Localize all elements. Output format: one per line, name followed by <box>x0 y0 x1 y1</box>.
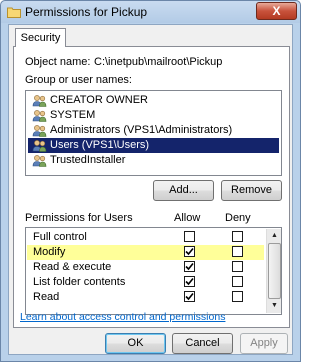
permission-row: Read <box>27 290 264 305</box>
list-item[interactable]: Users (VPS1\Users) <box>28 138 279 153</box>
list-item[interactable]: SYSTEM <box>28 108 279 123</box>
deny-header: Deny <box>225 212 251 224</box>
list-item-label: CREATOR OWNER <box>50 94 148 106</box>
list-item-label: Users (VPS1\Users) <box>50 139 150 151</box>
allow-checkbox[interactable] <box>184 261 195 272</box>
user-group-icon <box>32 110 47 122</box>
access-control-help-link[interactable]: Learn about access control and permissio… <box>20 311 225 323</box>
scroll-thumb[interactable] <box>268 243 281 299</box>
folder-icon <box>7 7 21 18</box>
list-item-label: TrustedInstaller <box>50 154 126 166</box>
list-item-label: Administrators (VPS1\Administrators) <box>50 124 233 136</box>
object-name-value: C:\inetpub\mailroot\Pickup <box>94 56 223 68</box>
permission-name: Read <box>33 291 60 303</box>
allow-checkbox[interactable] <box>184 291 195 302</box>
list-item[interactable]: Administrators (VPS1\Administrators) <box>28 123 279 138</box>
permission-row: Read & execute <box>27 260 264 275</box>
permission-name: Read & execute <box>33 261 112 273</box>
ok-button[interactable]: OK <box>105 333 166 354</box>
permission-row: List folder contents <box>27 275 264 290</box>
close-icon: X <box>272 4 281 18</box>
list-item[interactable]: TrustedInstaller <box>28 153 279 168</box>
user-group-icon <box>32 155 47 167</box>
list-item[interactable]: CREATOR OWNER <box>28 93 279 108</box>
add-button[interactable]: Add... <box>153 180 214 201</box>
permissions-title: Permissions for Users <box>25 212 133 224</box>
vertical-scrollbar[interactable]: ▲ ▼ <box>266 229 281 313</box>
group-user-list[interactable]: CREATOR OWNER SYSTEM Administrators (VPS1\… <box>25 90 282 176</box>
allow-checkbox[interactable] <box>184 276 195 287</box>
title-bar[interactable]: Permissions for Pickup X <box>1 1 300 23</box>
list-item-label: SYSTEM <box>50 109 96 121</box>
deny-checkbox[interactable] <box>232 291 243 302</box>
user-group-icon <box>32 95 47 107</box>
user-group-icon <box>32 125 47 137</box>
deny-checkbox[interactable] <box>232 261 243 272</box>
allow-checkbox[interactable] <box>184 231 195 242</box>
close-button[interactable]: X <box>256 2 297 20</box>
apply-button[interactable]: Apply <box>240 333 288 354</box>
permission-name: Modify <box>33 246 66 258</box>
permission-name: Full control <box>33 231 87 243</box>
allow-checkbox[interactable] <box>184 246 195 257</box>
permission-row: Modify <box>27 245 264 260</box>
scroll-up-icon[interactable]: ▲ <box>268 229 281 242</box>
permission-name: List folder contents <box>33 276 126 288</box>
dialog-body: Security Object name: C:\inetpub\mailroo… <box>8 24 293 355</box>
permissions-list: Full control Modify Read & execute List fol… <box>25 227 282 315</box>
cancel-button[interactable]: Cancel <box>172 333 233 354</box>
remove-button[interactable]: Remove <box>221 180 282 201</box>
object-name-label: Object name: <box>25 56 91 68</box>
deny-checkbox[interactable] <box>232 231 243 242</box>
user-group-icon <box>32 140 47 152</box>
tab-security[interactable]: Security <box>15 28 66 47</box>
allow-header: Allow <box>174 212 201 224</box>
security-tab-panel: Object name: C:\inetpub\mailroot\Pickup … <box>13 46 290 328</box>
deny-checkbox[interactable] <box>232 276 243 287</box>
permissions-dialog: Permissions for Pickup X Security Object… <box>0 0 301 362</box>
group-names-label: Group or user names: <box>25 74 132 86</box>
scroll-down-icon[interactable]: ▼ <box>268 299 281 312</box>
deny-checkbox[interactable] <box>232 246 243 257</box>
permission-row: Full control <box>27 230 264 245</box>
window-title: Permissions for Pickup <box>25 5 148 19</box>
